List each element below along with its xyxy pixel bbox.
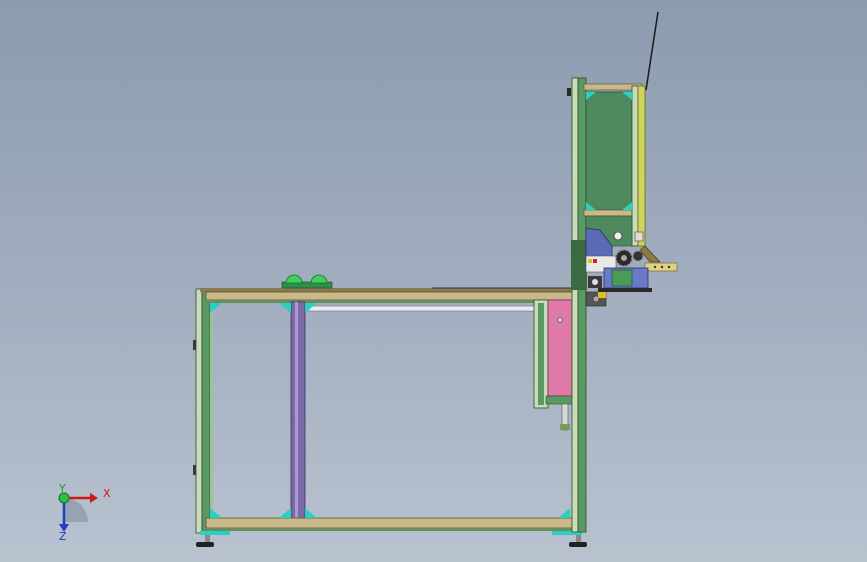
enclosure-right-post-2 xyxy=(637,85,646,247)
left-post xyxy=(201,288,211,534)
left-foot-stem xyxy=(205,535,210,542)
lower-carriage-inner xyxy=(611,269,633,287)
start-button-right[interactable] xyxy=(310,274,328,284)
left-foot-plate xyxy=(200,531,230,535)
triad-z-label: Z xyxy=(59,530,67,543)
lower-carriage-base xyxy=(598,288,652,292)
start-button-left[interactable] xyxy=(285,274,303,284)
bracket-bottom-mid xyxy=(279,508,291,518)
pink-panel xyxy=(547,299,573,397)
tower-side-knob xyxy=(567,88,571,96)
cylinder-post-highlight xyxy=(295,302,298,520)
bottom-profile xyxy=(205,517,579,529)
bracket-arm-hole-2 xyxy=(660,265,664,269)
left-foot-pad xyxy=(196,542,214,547)
right-foot-pad xyxy=(569,542,587,547)
left-post-outer xyxy=(195,288,203,534)
left-side-knob-2 xyxy=(193,465,196,475)
bottom-profile-shadow xyxy=(206,528,578,531)
angled-arm xyxy=(639,245,661,263)
tower-post xyxy=(577,77,587,533)
pink-panel-rod-cap xyxy=(560,424,570,430)
small-gear xyxy=(632,250,644,262)
table-top-rail xyxy=(200,288,580,292)
under-rail xyxy=(303,305,537,312)
mechanism-yellow-marker xyxy=(588,259,592,263)
antenna-wire xyxy=(645,11,659,91)
bracket-arm-hole-3 xyxy=(667,265,671,269)
tower-post-outer xyxy=(571,77,579,533)
pink-panel-frame-inner xyxy=(538,303,544,405)
triad-y-label: Y xyxy=(59,482,66,495)
bracket-bottom-mid-2 xyxy=(305,508,317,518)
left-post-inner xyxy=(210,295,213,525)
gear-hub xyxy=(621,255,627,261)
left-side-knob xyxy=(193,340,196,350)
table-top-lower xyxy=(206,300,578,303)
cad-viewport[interactable]: X Y Z xyxy=(0,0,867,562)
enclosure-panel xyxy=(585,91,633,211)
machine-model[interactable] xyxy=(0,0,867,562)
bracket-top-mid xyxy=(279,303,291,313)
tower-post-dark xyxy=(571,240,587,290)
bracket-arm-hole-1 xyxy=(653,265,657,269)
sensor-eye xyxy=(592,279,598,285)
knob-square xyxy=(634,231,644,242)
knob-white xyxy=(613,231,623,241)
pink-panel-screw xyxy=(557,317,563,323)
pink-panel-base xyxy=(545,395,575,405)
triad-x-label: X xyxy=(103,487,111,500)
bracket-bottom-right xyxy=(558,508,570,518)
enclosure-mid-rail xyxy=(583,209,635,217)
mechanism-red-marker xyxy=(593,259,597,263)
enclosure-right-post xyxy=(631,85,639,247)
right-foot-stem xyxy=(576,535,581,542)
table-top-profile xyxy=(205,291,579,301)
yellow-tab xyxy=(598,292,606,298)
